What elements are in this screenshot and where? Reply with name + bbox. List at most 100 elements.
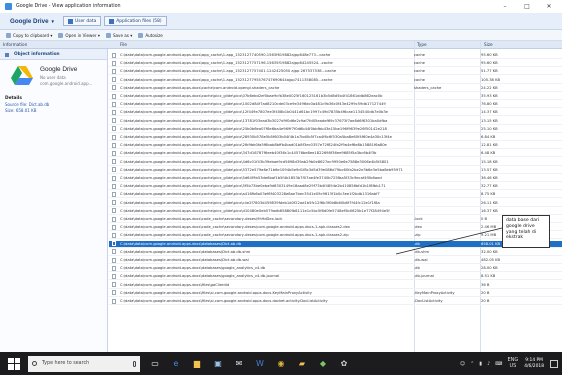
tab-application-files[interactable]: Application files (58) [104,16,167,26]
file-column-header[interactable]: File [120,42,127,47]
table-row[interactable]: C:\data\data\com.google.android.apps.doc… [109,77,562,84]
people-icon[interactable]: ☺ [460,361,465,367]
table-row[interactable]: C:\data\data\com.google.android.apps.doc… [109,175,562,182]
task-view-icon[interactable]: ▭ [149,358,161,370]
object-info-header[interactable]: Object information [0,49,107,60]
store-icon[interactable]: ▣ [212,358,224,370]
details-section: Details Source file: Dict.ab.db Size: 65… [0,96,107,113]
size-value: Size: 658.01 KB [5,107,37,113]
open-in-viewer-button[interactable]: Open in Viewer ▾ [58,32,100,38]
table-row[interactable]: C:\data\data\com.google.android.apps.doc… [109,282,562,289]
file-path-cell: C:\data\data\com.google.android.apps.doc… [120,225,350,230]
table-row[interactable]: C:\data\data\com.google.android.apps.doc… [109,150,562,158]
table-row[interactable]: C:\data\data\com.google.android.apps.doc… [109,68,562,76]
file-icon [112,134,116,140]
file-path-cell: C:\data\data\com.google.android.apps.doc… [120,299,328,303]
file-icon [112,77,116,83]
file-size-cell: 482.05 KB [481,258,501,262]
word-icon[interactable]: W [254,358,266,370]
table-row[interactable]: C:\data\data\com.google.android.apps.doc… [109,52,562,59]
table-row[interactable]: C:\data\data\com.google.android.apps.doc… [109,240,562,248]
table-row[interactable]: C:\data\data\com.google.android.apps.doc… [109,85,562,92]
table-row[interactable]: C:\data\data\com.google.android.apps.doc… [109,126,562,133]
file-type-cell: .dex [414,225,422,230]
file-icon [112,150,116,156]
table-row[interactable]: C:\data\data\com.google.android.apps.doc… [109,273,562,281]
table-row[interactable]: C:\data\data\com.google.android.apps.doc… [109,167,562,174]
file-icon [112,249,116,255]
edge-browser-icon[interactable]: e [170,358,182,370]
table-row[interactable]: C:\data\data\com.google.android.apps.doc… [109,60,562,68]
table-row[interactable]: C:\data\data\com.google.android.apps.doc… [109,134,562,141]
table-row[interactable]: C:\data\data\com.google.android.apps.doc… [109,224,562,232]
table-row[interactable]: C:\data\data\com.google.android.apps.doc… [109,118,562,125]
keyboard-icon[interactable]: ⌨ [495,361,502,367]
region-label: US [509,362,517,369]
windows-start-button[interactable] [8,357,20,370]
table-row[interactable]: C:\data\data\com.google.android.apps.doc… [109,216,562,223]
chrome-icon[interactable]: ◉ [275,358,287,370]
table-row[interactable]: C:\data\data\com.google.android.apps.doc… [109,159,562,166]
notifications-icon[interactable] [550,359,558,368]
app-brand-menu[interactable]: Google Drive ▼ [10,18,55,25]
table-row[interactable]: C:\data\data\com.google.android.apps.doc… [109,232,562,240]
table-row[interactable]: C:\data\data\com.google.android.apps.doc… [109,101,562,109]
file-type-cell: .zip [414,233,421,238]
file-explorer-icon[interactable]: ▆ [191,358,203,370]
table-row[interactable]: C:\data\data\com.google.android.apps.doc… [109,191,562,199]
file-type-cell: shaders_cache [414,85,442,90]
file-type-cell: .lock [414,217,423,221]
file-path-cell: C:\data\data\com.google.android.apps.doc… [120,241,242,246]
table-row[interactable]: C:\data\data\com.google.android.apps.doc… [109,208,562,215]
file-path-cell: C:\data\data\com.google.android.apps.doc… [120,184,386,189]
clock[interactable]: 9:14 PM 4/6/2018 [524,358,544,370]
type-column-header[interactable]: Type [417,42,427,47]
tab-user-data[interactable]: User data [62,16,102,26]
open-label: Open in Viewer ▾ [65,32,100,38]
volume-icon[interactable]: ♪ [487,361,490,367]
file-path-cell: C:\data\data\com.google.android.apps.doc… [120,176,382,180]
file-size-cell: 51.77 KB [481,69,498,74]
table-row[interactable]: C:\data\data\com.google.android.apps.doc… [109,257,562,264]
file-path-cell: C:\data\data\com.google.android.apps.doc… [120,118,388,123]
table-row[interactable]: C:\data\data\com.google.android.apps.doc… [109,290,562,297]
table-row[interactable]: C:\data\data\com.google.android.apps.doc… [109,249,562,256]
file-size-cell: 15.18 KB [481,159,498,164]
mail-icon[interactable]: ✉ [233,358,245,370]
minimize-button[interactable]: – [494,0,516,13]
table-row[interactable]: C:\data\data\com.google.android.apps.doc… [109,265,562,273]
window-title: Google Drive - View application informat… [16,4,121,9]
size-column-header[interactable]: Size [484,42,493,47]
copy-to-clipboard-button[interactable]: Copy to clipboard ▾ [6,32,52,38]
settings-app-icon[interactable]: ✿ [338,358,350,370]
file-size-cell: 32.00 KB [481,249,498,254]
file-icon [112,282,116,288]
network-icon[interactable]: ▮ [479,361,482,367]
user-data-status: No user data [40,75,66,80]
file-path-cell: C:\data\data\com.google.android.apps.doc… [120,290,312,295]
table-row[interactable]: C:\data\data\com.google.android.apps.doc… [109,298,562,305]
file-size-cell: 76.80 KB [481,102,498,107]
maximize-button[interactable]: □ [516,0,538,13]
file-size-cell: 13.57 KB [481,167,498,172]
input-language[interactable]: ENG US [507,357,518,369]
table-row[interactable]: C:\data\data\com.google.android.apps.doc… [109,183,562,191]
table-row[interactable]: C:\data\data\com.google.android.apps.doc… [109,109,562,117]
taskbar-search[interactable]: Type here to search [28,355,140,372]
table-row[interactable]: C:\data\data\com.google.android.apps.doc… [109,142,562,150]
app-icon-taskbar[interactable]: ◆ [317,358,329,370]
app-icon [5,3,12,10]
file-icon [112,167,116,173]
table-row[interactable]: C:\data\data\com.google.android.apps.doc… [109,93,562,100]
autosize-button[interactable]: Autosize [138,32,163,38]
table-row[interactable]: C:\data\data\com.google.android.apps.doc… [109,200,562,207]
file-path-cell: C:\data\data\com.google.android.apps.doc… [120,151,377,156]
search-icon [32,361,37,366]
user-icon [67,18,73,24]
chevron-up-icon[interactable]: ⌃ [470,361,474,367]
folder-icon[interactable]: ▰ [296,358,308,370]
save-as-button[interactable]: Save as ▾ [105,32,132,38]
close-button[interactable]: ✕ [538,0,560,13]
files-icon [109,18,115,24]
microphone-icon[interactable] [133,360,136,367]
